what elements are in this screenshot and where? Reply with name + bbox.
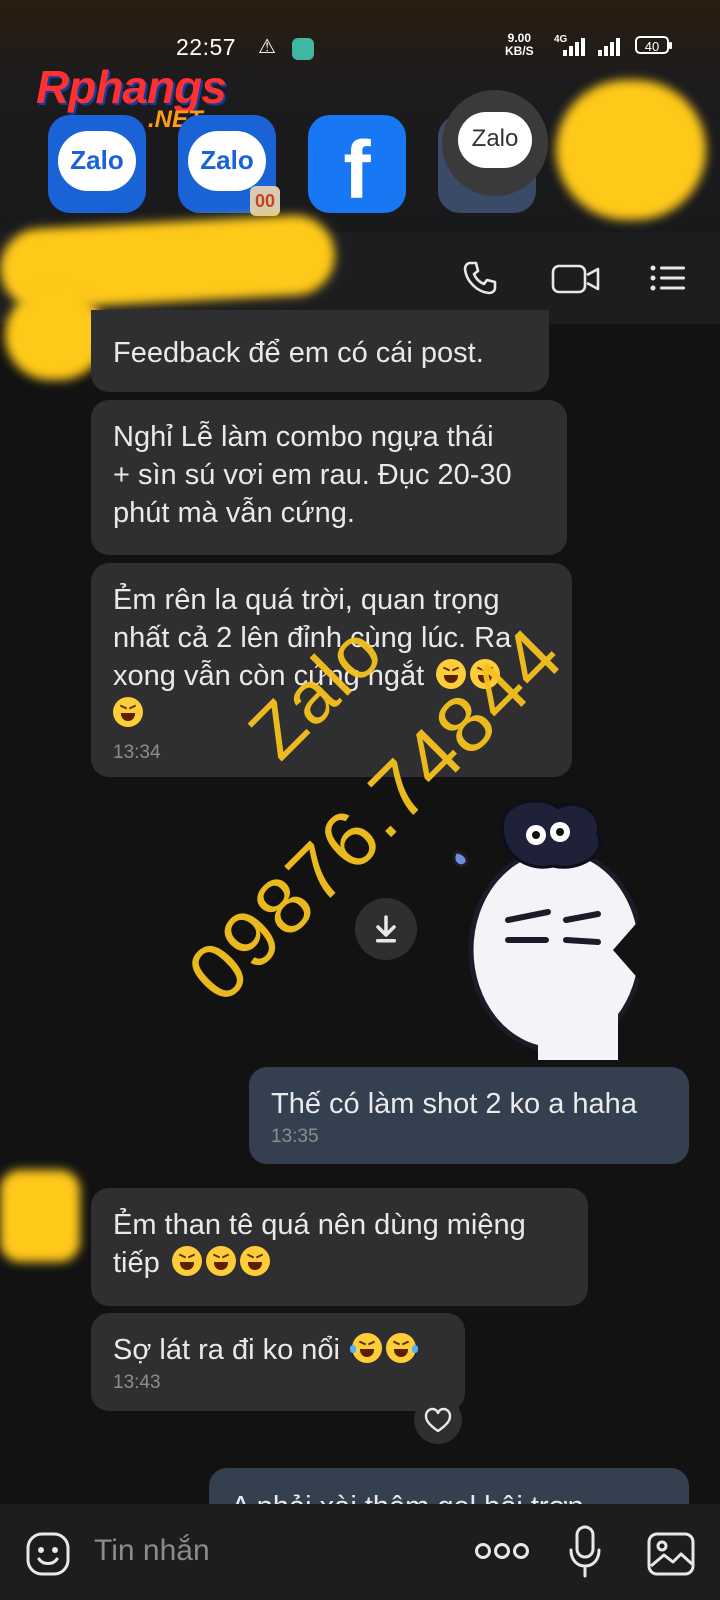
sticker-image[interactable] bbox=[448, 800, 658, 1060]
facebook-app-icon[interactable]: f bbox=[308, 115, 406, 216]
laughing-emoji-icon bbox=[239, 1246, 270, 1276]
message-text: Ẻm than tê quá nên dùng miệng bbox=[113, 1209, 526, 1241]
message-text: Ẻm rên la quá trời, quan trọng bbox=[113, 584, 500, 616]
crying-laughing-emoji-icon bbox=[386, 1333, 419, 1363]
zalo-app-icon[interactable]: Zalo bbox=[48, 115, 146, 213]
message-input[interactable]: Tin nhắn bbox=[94, 1534, 210, 1568]
message-bubble[interactable]: Feedback để em có cái post. bbox=[91, 310, 549, 392]
message-text: Nghỉ Lễ làm combo ngựa thái bbox=[113, 421, 494, 453]
message-bubble[interactable]: Sợ lát ra đi ko nổi 13:43 bbox=[91, 1313, 465, 1411]
zalo-floating-bubble[interactable]: Zalo bbox=[442, 90, 548, 196]
react-button[interactable] bbox=[414, 1396, 462, 1444]
signal-icon bbox=[563, 36, 585, 56]
phone-icon[interactable] bbox=[460, 258, 500, 298]
message-bubble[interactable]: Nghỉ Lễ làm combo ngựa thái + sìn sú vơi… bbox=[91, 400, 567, 555]
video-call-icon[interactable] bbox=[550, 258, 602, 298]
message-time: 13:35 bbox=[271, 1126, 319, 1147]
message-text: phút mà vẫn cứng. bbox=[113, 497, 355, 529]
more-icon[interactable] bbox=[474, 1536, 530, 1566]
message-time: 13:43 bbox=[113, 1372, 161, 1393]
signal-icon-2 bbox=[598, 36, 620, 56]
battery-icon: 40 bbox=[635, 36, 672, 54]
microphone-icon[interactable] bbox=[568, 1524, 602, 1580]
message-text: Thế có làm shot 2 ko a haha bbox=[271, 1088, 637, 1120]
dual-app-badge: 00 bbox=[250, 186, 280, 216]
message-text: Sợ lát ra đi ko nổi bbox=[113, 1334, 340, 1366]
image-icon[interactable] bbox=[646, 1530, 696, 1578]
laughing-emoji-icon bbox=[171, 1246, 202, 1276]
message-text: Feedback để em có cái post. bbox=[113, 337, 484, 369]
redaction-blob bbox=[556, 80, 706, 220]
download-button[interactable] bbox=[355, 898, 417, 960]
app-notification-icon bbox=[292, 38, 314, 60]
message-bubble[interactable]: Ẻm than tê quá nên dùng miệng tiếp bbox=[91, 1188, 588, 1306]
laughing-emoji-icon bbox=[205, 1246, 236, 1276]
emoji-icon[interactable] bbox=[24, 1530, 72, 1578]
message-text: + sìn sú vơi em rau. Đục 20-30 bbox=[113, 459, 512, 491]
network-speed: 9.00 KB/S bbox=[505, 31, 534, 58]
status-time: 22:57 bbox=[176, 34, 237, 60]
message-input-bar: Tin nhắn bbox=[0, 1504, 720, 1600]
warning-icon: ⚠ bbox=[258, 36, 276, 58]
redaction-blob-avatar bbox=[5, 290, 105, 380]
laughing-emoji-icon bbox=[113, 697, 143, 727]
heart-icon bbox=[424, 1407, 452, 1433]
message-bubble-outgoing[interactable]: Thế có làm shot 2 ko a haha 13:35 bbox=[249, 1067, 689, 1164]
crying-laughing-emoji-icon bbox=[350, 1333, 383, 1363]
redaction-blob-avatar bbox=[0, 1170, 80, 1262]
download-icon bbox=[376, 915, 396, 943]
menu-icon[interactable] bbox=[648, 258, 688, 298]
message-text: tiếp bbox=[113, 1247, 160, 1279]
